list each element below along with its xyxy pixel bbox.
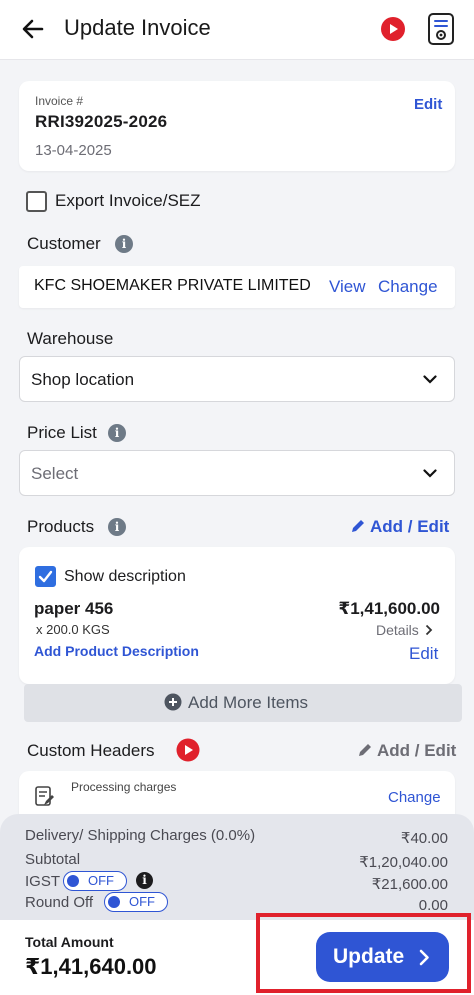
customer-row: KFC SHOEMAKER PRIVATE LIMITED View Chang… (19, 266, 455, 308)
pencil-icon[interactable] (357, 742, 373, 758)
subtotal-value: ₹1,20,040.00 (359, 854, 448, 871)
price-list-select[interactable]: Select (19, 450, 455, 496)
custom-headers-label: Custom Headers (27, 741, 155, 760)
invoice-edit-link[interactable]: Edit (414, 96, 442, 113)
product-qty: x 200.0 KGS (36, 622, 110, 637)
chevron-right-icon (425, 624, 433, 636)
warehouse-select[interactable]: Shop location (19, 356, 455, 402)
invoice-number-label: Invoice # (35, 94, 84, 108)
total-amount-value: ₹1,41,640.00 (25, 954, 157, 979)
round-off-toggle[interactable]: OFF (104, 892, 168, 912)
product-name: paper 456 (34, 599, 114, 618)
total-amount-label: Total Amount (25, 934, 114, 950)
subtotal-label: Subtotal (25, 851, 81, 868)
invoice-settings-icon[interactable] (426, 12, 456, 46)
product-edit-link[interactable]: Edit (409, 644, 438, 664)
app-header: Update Invoice (0, 0, 474, 60)
customer-info-icon[interactable]: i (115, 235, 133, 253)
warehouse-label: Warehouse (27, 329, 114, 348)
invoice-date: 13-04-2025 (35, 142, 112, 159)
toggle-knob (67, 875, 79, 887)
round-off-toggle-label: OFF (129, 894, 155, 909)
products-info-icon[interactable]: i (108, 518, 126, 536)
add-product-description-link[interactable]: Add Product Description (34, 643, 199, 659)
products-add-edit-link[interactable]: Add / Edit (370, 517, 449, 537)
custom-headers-add-edit-link[interactable]: Add / Edit (377, 741, 456, 761)
igst-info-icon[interactable]: i (136, 872, 153, 889)
show-description-checkbox[interactable] (35, 566, 56, 587)
igst-toggle[interactable]: OFF (63, 871, 127, 891)
igst-value: ₹21,600.00 (371, 876, 448, 893)
delivery-label: Delivery/ Shipping Charges (0.0%) (25, 827, 256, 844)
customer-label: Customer (27, 234, 101, 253)
price-list-info-icon[interactable]: i (108, 424, 126, 442)
youtube-play-icon[interactable] (176, 738, 200, 762)
customer-name: KFC SHOEMAKER PRIVATE LIMITED (34, 277, 311, 294)
product-amount: ₹1,41,600.00 (338, 599, 440, 618)
products-label: Products (27, 517, 95, 536)
toggle-knob (108, 896, 120, 908)
warehouse-value: Shop location (31, 370, 135, 389)
add-more-items-label: Add More Items (188, 693, 308, 712)
back-arrow-icon[interactable] (18, 14, 48, 44)
youtube-play-icon[interactable] (380, 16, 406, 42)
chevron-down-icon (423, 375, 437, 384)
plus-circle-icon (164, 693, 182, 711)
custom-header-change-link[interactable]: Change (388, 789, 441, 806)
igst-toggle-label: OFF (88, 873, 114, 888)
custom-header-item-label: Processing charges (71, 780, 177, 794)
customer-change-link[interactable]: Change (378, 277, 438, 297)
igst-label: IGST (25, 873, 61, 890)
invoice-card: Invoice # RRI392025-2026 13-04-2025 (19, 81, 455, 171)
chevron-down-icon (423, 469, 437, 478)
document-edit-icon (35, 786, 54, 806)
checkmark-icon (38, 570, 53, 583)
invoice-number: RRI392025-2026 (35, 112, 168, 131)
customer-view-link[interactable]: View (329, 277, 366, 297)
products-card: Show description paper 456 x 200.0 KGS ₹… (19, 547, 455, 684)
price-list-label: Price List (27, 423, 97, 442)
export-invoice-checkbox[interactable] (26, 191, 47, 212)
show-description-label: Show description (64, 568, 186, 585)
round-off-label: Round Off (25, 894, 94, 911)
page-title: Update Invoice (64, 15, 211, 40)
delivery-value: ₹40.00 (400, 830, 448, 847)
round-off-value: 0.00 (418, 897, 448, 914)
add-more-items-button[interactable]: Add More Items (24, 684, 462, 722)
highlight-box (256, 913, 471, 993)
product-details-link[interactable]: Details (376, 622, 419, 638)
pencil-icon[interactable] (350, 518, 366, 534)
export-invoice-label: Export Invoice/SEZ (55, 191, 201, 210)
price-list-placeholder: Select (31, 464, 79, 483)
